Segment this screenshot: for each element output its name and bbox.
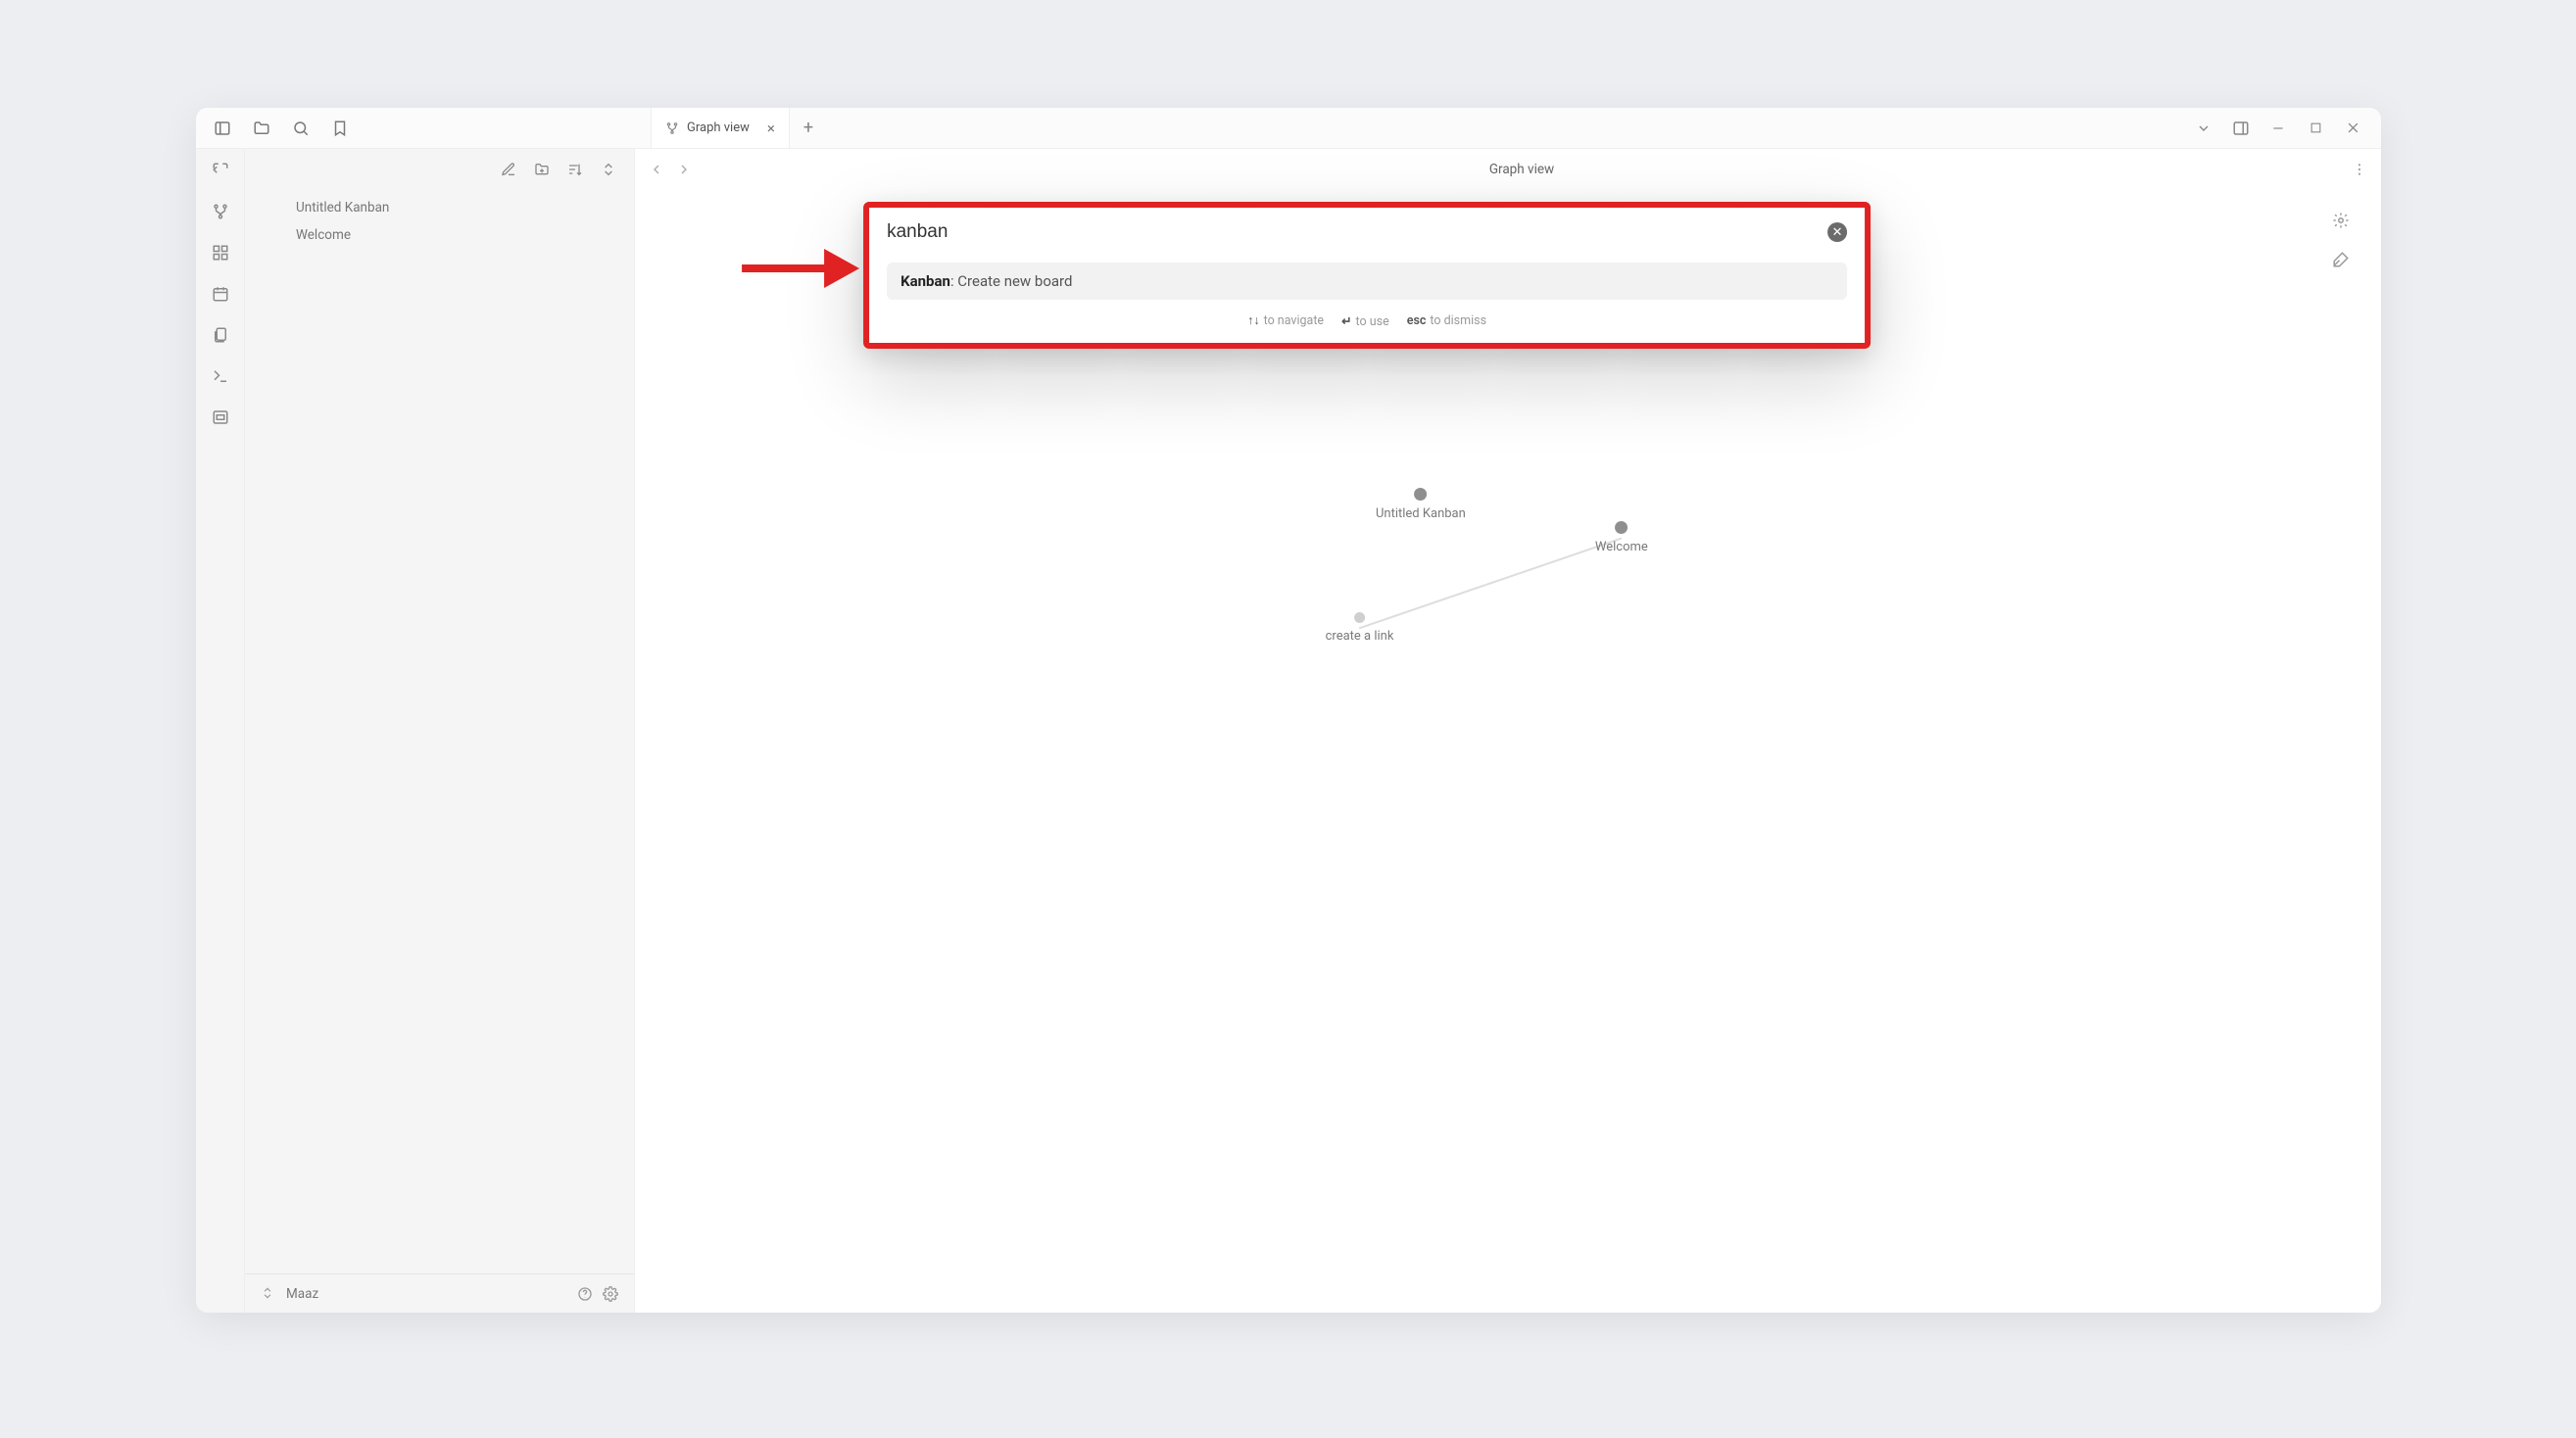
collapse-icon[interactable]: [601, 162, 616, 177]
chevron-down-icon[interactable]: [2195, 120, 2212, 137]
close-window-button[interactable]: [2344, 120, 2361, 137]
palette-input[interactable]: [887, 221, 1818, 243]
panel-right-icon[interactable]: [2232, 120, 2250, 137]
tab-label: Graph view: [687, 120, 750, 135]
tab-strip: Graph view × +: [651, 108, 827, 148]
command-palette-box: ✕ Kanban: Create new board ↑↓to navigate…: [863, 202, 1871, 349]
palette-hints: ↑↓to navigate ↵to use escto dismiss: [887, 300, 1847, 333]
command-palette-icon[interactable]: [211, 366, 230, 386]
more-icon[interactable]: [2352, 162, 2367, 177]
node-label: create a link: [1326, 629, 1394, 644]
settings-icon[interactable]: [603, 1286, 618, 1302]
node-dot-icon: [1615, 521, 1628, 534]
graph-fork-icon: [665, 121, 679, 135]
slides-icon[interactable]: [211, 407, 230, 427]
left-ribbon: [196, 149, 245, 1313]
new-note-icon[interactable]: [501, 162, 516, 177]
search-icon[interactable]: [292, 120, 310, 137]
node-label: Untitled Kanban: [1376, 506, 1466, 521]
sidebar-layout-icon[interactable]: [214, 120, 231, 137]
sidebar-footer: Maaz: [245, 1273, 634, 1313]
node-dot-icon: [1414, 488, 1427, 501]
graph-node[interactable]: create a link: [1326, 612, 1394, 644]
daily-note-icon[interactable]: [211, 284, 230, 304]
palette-clear-icon[interactable]: ✕: [1827, 222, 1847, 242]
main-pane: Graph view: [635, 149, 2381, 1313]
command-palette: ✕ Kanban: Create new board ↑↓to navigate…: [863, 202, 1871, 349]
vault-name: Maaz: [286, 1286, 318, 1302]
minimize-button[interactable]: [2269, 120, 2287, 137]
new-folder-icon[interactable]: [534, 162, 550, 177]
view-title: Graph view: [692, 162, 2352, 177]
maximize-button[interactable]: [2307, 120, 2324, 137]
graph-node[interactable]: Untitled Kanban: [1376, 488, 1466, 521]
tab-close-icon[interactable]: ×: [767, 120, 775, 137]
palette-result-match: Kanban: [900, 272, 950, 290]
app-body: Untitled Kanban Welcome Maaz: [196, 149, 2381, 1313]
main-header: Graph view: [635, 149, 2381, 190]
quick-switcher-icon[interactable]: [211, 161, 230, 180]
graph-filter-icon[interactable]: [2332, 251, 2350, 268]
nav-back-icon[interactable]: [649, 162, 664, 177]
file-list: Untitled Kanban Welcome: [245, 190, 634, 1273]
titlebar: Graph view × +: [196, 108, 2381, 149]
file-item[interactable]: Untitled Kanban: [245, 194, 634, 221]
nav-forward-icon[interactable]: [676, 162, 692, 177]
palette-result-item[interactable]: Kanban: Create new board: [887, 263, 1847, 300]
graph-canvas[interactable]: Untitled Kanban Welcome create a link: [635, 190, 2381, 1313]
window-controls: [2175, 120, 2381, 137]
folder-icon[interactable]: [253, 120, 270, 137]
graph-edge: [1359, 538, 1622, 629]
graph-icon[interactable]: [211, 202, 230, 221]
titlebar-left-tools: [196, 108, 366, 148]
node-label: Welcome: [1595, 540, 1648, 554]
annotation-arrow-icon: [738, 239, 859, 298]
sidebar-toolbar: [245, 149, 634, 190]
tab-graph-view[interactable]: Graph view ×: [651, 108, 790, 148]
graph-node[interactable]: Welcome: [1595, 521, 1648, 554]
app-window: Graph view × +: [196, 108, 2381, 1313]
sort-icon[interactable]: [567, 162, 583, 177]
graph-settings-icon[interactable]: [2332, 212, 2350, 229]
graph-tools: [2332, 212, 2350, 268]
canvas-icon[interactable]: [211, 243, 230, 263]
bookmark-icon[interactable]: [331, 120, 349, 137]
help-icon[interactable]: [577, 1286, 593, 1302]
new-tab-button[interactable]: +: [790, 118, 827, 138]
sync-icon[interactable]: [261, 1286, 276, 1302]
templates-icon[interactable]: [211, 325, 230, 345]
file-item[interactable]: Welcome: [245, 221, 634, 249]
sidebar: Untitled Kanban Welcome Maaz: [245, 149, 635, 1313]
palette-result-rest: : Create new board: [950, 272, 1073, 290]
node-dot-icon: [1354, 612, 1365, 623]
